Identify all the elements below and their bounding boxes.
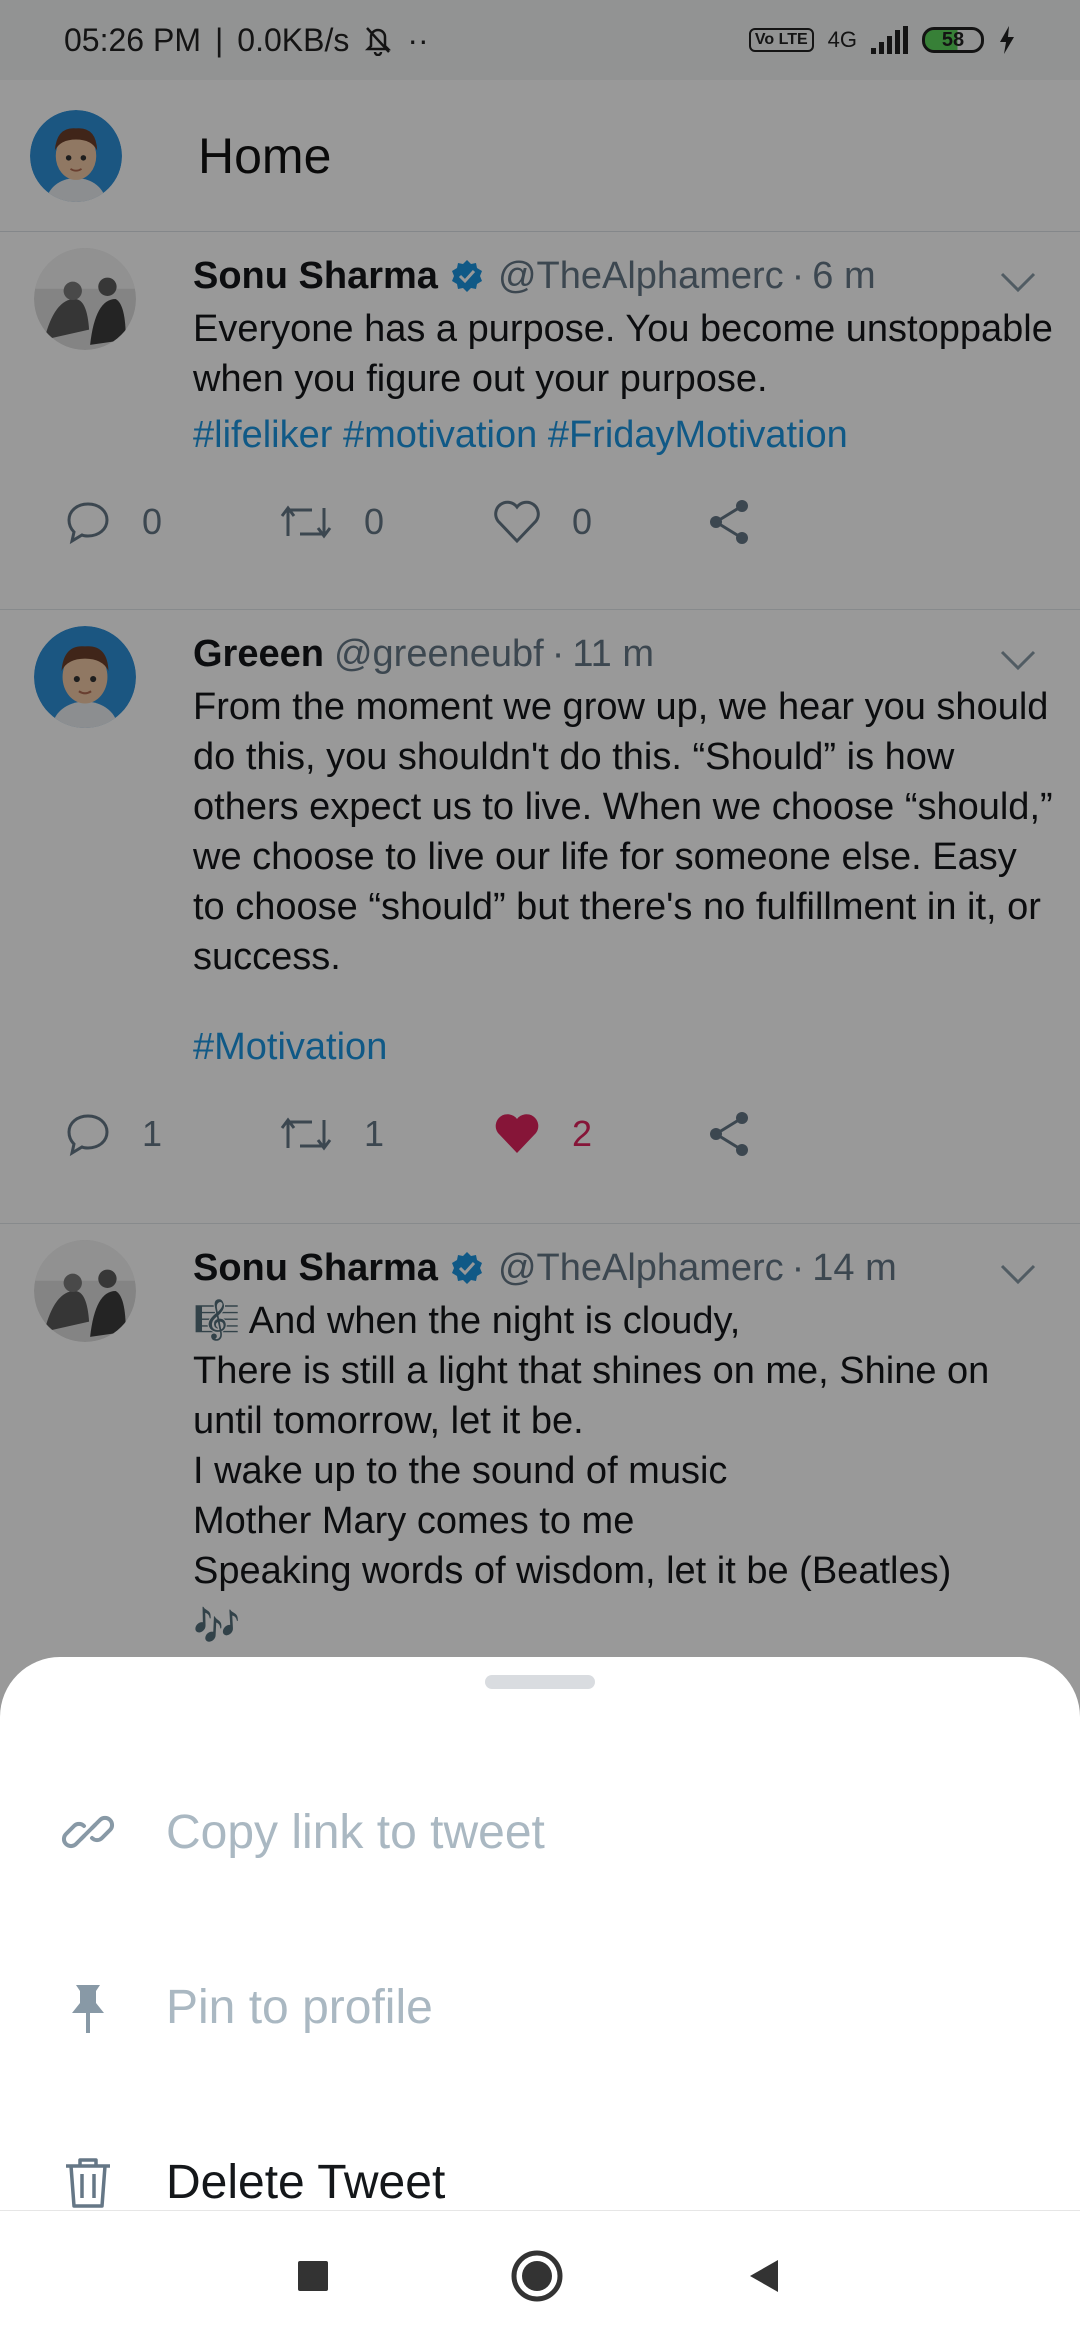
trash-icon [66,2158,110,2208]
triangle-back-icon[interactable] [744,2256,784,2296]
circle-icon[interactable] [510,2249,564,2303]
delete-label: Delete Tweet [166,2155,446,2209]
link-icon [61,1815,115,1849]
copy-link-option[interactable]: Copy link to tweet [0,1772,1080,1892]
copy-link-label: Copy link to tweet [166,1805,545,1859]
sheet-drag-handle[interactable] [485,1675,595,1689]
pin-label: Pin to profile [166,1980,433,2034]
system-nav-bar [0,2210,1080,2340]
pin-icon [72,1985,104,2033]
tweet-options-sheet: Copy link to tweet Pin to profile Delete… [0,1657,1080,2210]
pin-option[interactable]: Pin to profile [0,1947,1080,2067]
square-icon[interactable] [296,2259,330,2293]
